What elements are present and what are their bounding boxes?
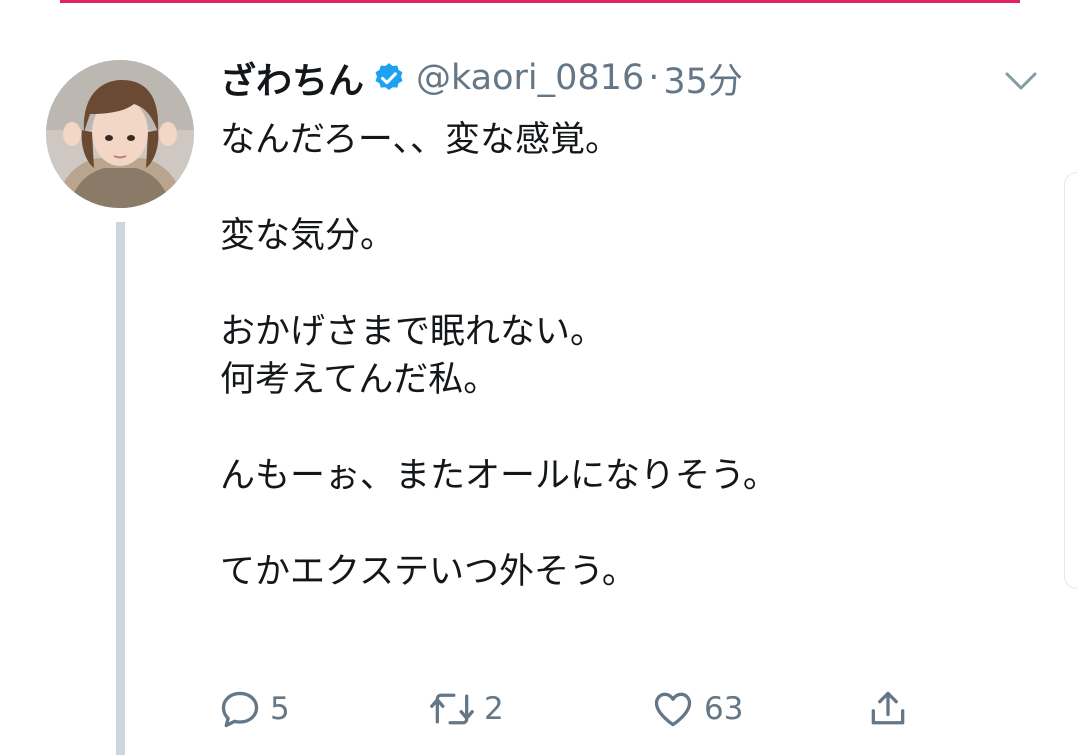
- reply-button[interactable]: 5: [218, 684, 290, 734]
- author-handle[interactable]: @kaori_0816: [416, 58, 644, 98]
- scroll-edge[interactable]: [1064, 172, 1077, 589]
- chevron-down-icon[interactable]: [1003, 66, 1039, 96]
- tweet-text-line: 変な気分。: [220, 216, 396, 256]
- tweet-actions: 5 2 63: [218, 684, 1038, 734]
- separator-dot: ·: [648, 58, 660, 98]
- like-button[interactable]: 63: [650, 684, 743, 734]
- reply-icon: [218, 687, 262, 731]
- verified-badge-icon: [372, 61, 406, 95]
- avatar[interactable]: [46, 60, 194, 208]
- like-count: 63: [704, 691, 744, 727]
- tweet-text-line: なんだろー、、変な感覚。: [220, 120, 621, 160]
- heart-icon: [650, 687, 696, 731]
- reply-count: 5: [270, 691, 290, 727]
- retweet-button[interactable]: 2: [428, 684, 504, 734]
- thread-connector-line: [116, 222, 125, 755]
- tweet-text-line: おかげさまで眠れない。: [220, 312, 606, 352]
- avatar-image: [46, 60, 194, 208]
- retweet-count: 2: [484, 691, 504, 727]
- share-icon: [866, 687, 910, 731]
- tweet-timestamp[interactable]: 35分: [663, 53, 743, 104]
- top-accent-bar: [60, 0, 1020, 3]
- tweet-body: なんだろー、、変な感覚。 変な気分。 おかげさまで眠れない。 何考えてんだ私。 …: [220, 116, 1040, 596]
- tweet-text-line: 何考えてんだ私。: [220, 360, 499, 400]
- retweet-icon: [428, 687, 476, 731]
- share-button[interactable]: [866, 684, 910, 734]
- tweet-text-line: んもーぉ、またオールになりそう。: [220, 456, 778, 496]
- tweet-text-line: てかエクステいつ外そう。: [220, 552, 637, 592]
- tweet-header: ざわちん @kaori_0816 · 35分: [220, 52, 743, 104]
- author-display-name[interactable]: ざわちん: [220, 52, 364, 104]
